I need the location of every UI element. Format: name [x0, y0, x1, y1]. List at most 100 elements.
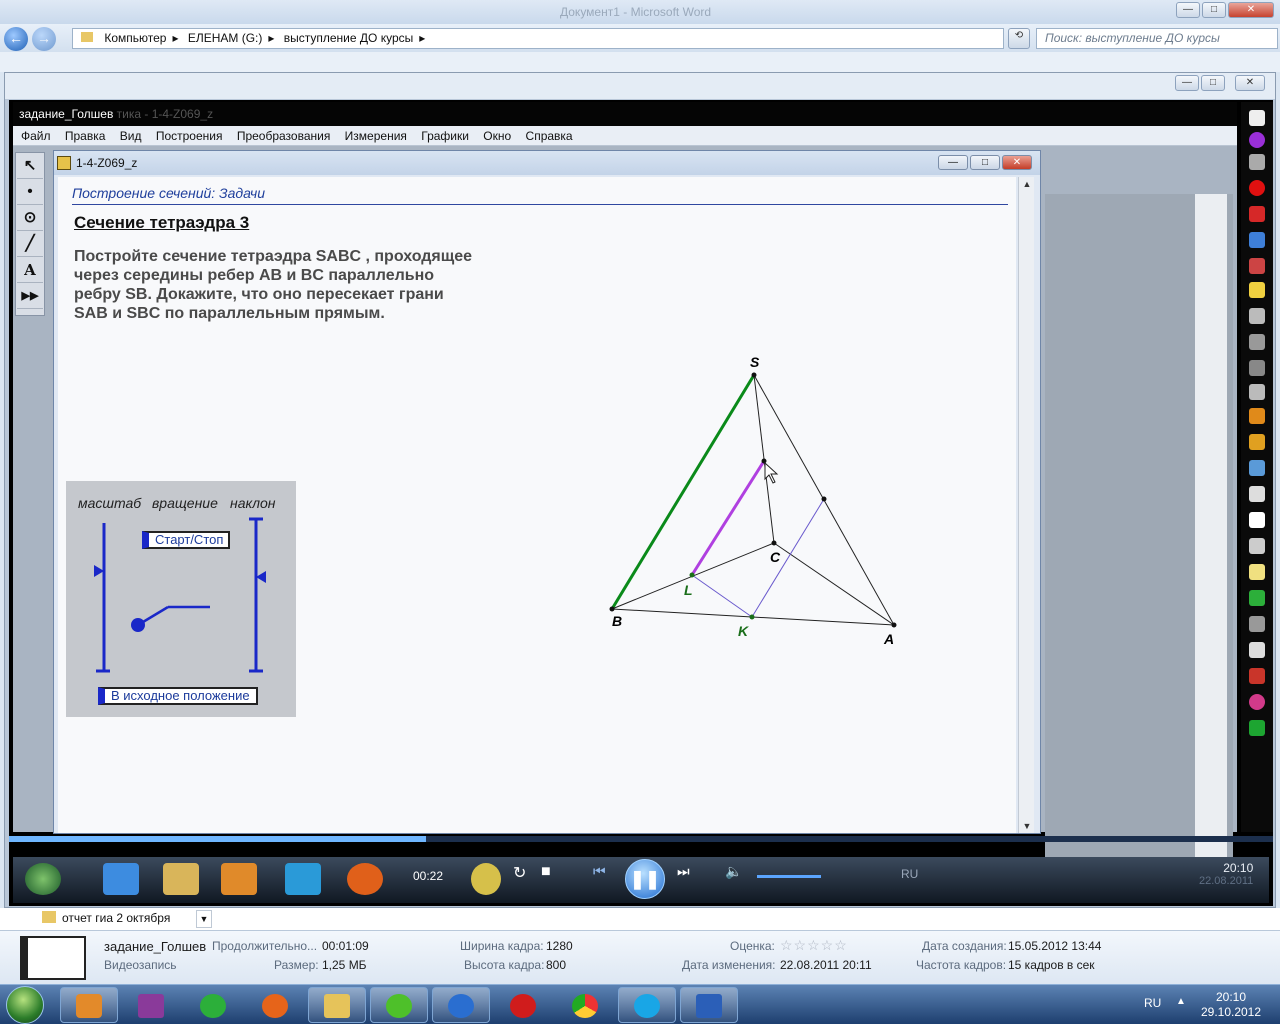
video-thumbnail[interactable]: [20, 936, 86, 980]
menu-view[interactable]: Вид: [120, 129, 142, 143]
compass-tool-icon[interactable]: ⊙: [17, 206, 43, 231]
clear-icon[interactable]: [1249, 384, 1265, 400]
forward-icon[interactable]: →: [32, 27, 56, 51]
point-a[interactable]: [891, 622, 897, 628]
pencil-icon[interactable]: [1249, 282, 1265, 298]
address-field[interactable]: Компьютер ▸ ЕЛЕНАМ (G:) ▸ выступление ДО к…: [72, 28, 1004, 49]
forward-arrow-icon[interactable]: [1249, 616, 1265, 632]
language-indicator[interactable]: RU: [1144, 996, 1161, 1010]
taskbar-media-player[interactable]: [60, 987, 118, 1023]
stamp-icon[interactable]: [1249, 408, 1265, 424]
taskbar-opera[interactable]: [494, 987, 552, 1023]
taskbar-download[interactable]: [432, 987, 490, 1023]
taskbar-icq[interactable]: [370, 987, 428, 1023]
player-settings-icon[interactable]: [471, 863, 501, 895]
repeat-icon[interactable]: ↻: [513, 863, 533, 895]
menu-construct[interactable]: Построения: [156, 129, 223, 143]
mouse-icon[interactable]: [1249, 154, 1265, 170]
previous-icon[interactable]: ⏮: [593, 863, 621, 895]
pause-button[interactable]: ❚❚: [625, 859, 665, 899]
menu-graph[interactable]: Графики: [421, 129, 469, 143]
video-preview[interactable]: — □ ✕ задание_Голшев тика - 1-4-Z069_z Ф…: [4, 72, 1276, 908]
screenshot-icon[interactable]: [1249, 460, 1265, 476]
whiteboard-icon[interactable]: [1249, 512, 1265, 528]
breadcrumb-item[interactable]: ЕЛЕНАМ (G:): [188, 31, 263, 45]
volume-icon[interactable]: 🔈: [725, 863, 745, 895]
back-icon[interactable]: ←: [4, 27, 28, 51]
scroll-down-icon[interactable]: ▼: [1022, 821, 1032, 831]
video-close-button[interactable]: ✕: [1235, 75, 1265, 91]
grid-icon[interactable]: [1249, 110, 1265, 126]
menu-edit[interactable]: Правка: [65, 129, 106, 143]
back-arrow-icon[interactable]: [1249, 590, 1265, 606]
pen-icon[interactable]: [1249, 132, 1265, 148]
search-input[interactable]: Поиск: выступление ДО курсы: [1036, 28, 1278, 49]
document-scrollbar[interactable]: ▲ ▼: [1018, 177, 1034, 833]
point-l[interactable]: [689, 572, 695, 578]
stop-icon[interactable]: ■: [541, 863, 561, 895]
highlighter-icon[interactable]: [1249, 232, 1265, 248]
edge-ca[interactable]: [773, 542, 895, 626]
taskbar-chrome[interactable]: [556, 987, 614, 1023]
spotlight-icon[interactable]: [1249, 434, 1265, 450]
scroll-up-icon[interactable]: ▲: [1022, 179, 1032, 189]
menu-transform[interactable]: Преобразования: [237, 129, 331, 143]
point-section-top[interactable]: [761, 458, 767, 464]
refresh-icon[interactable]: ⟲: [1008, 28, 1030, 49]
breadcrumb-item[interactable]: выступление ДО курсы: [284, 31, 414, 45]
exit-icon[interactable]: [1249, 720, 1265, 736]
menu-window[interactable]: Окно: [483, 129, 511, 143]
section-line-sbc[interactable]: [690, 460, 766, 576]
maximize-button[interactable]: □: [1202, 2, 1226, 18]
doc-minimize-button[interactable]: —: [938, 155, 968, 170]
undo-icon[interactable]: [1249, 360, 1265, 376]
edge-sb[interactable]: [610, 374, 756, 610]
marker-icon[interactable]: [1249, 206, 1265, 222]
chevron-down-icon[interactable]: ▼: [196, 910, 212, 928]
taskbar-explorer[interactable]: [308, 987, 366, 1023]
taskbar-firefox[interactable]: [246, 987, 304, 1023]
picture-icon[interactable]: [1249, 564, 1265, 580]
text-tool-icon[interactable]: A: [17, 258, 43, 283]
tray-expand-icon[interactable]: ▲: [1176, 996, 1186, 1007]
camera-icon[interactable]: [1249, 486, 1265, 502]
eraser-icon[interactable]: [1249, 308, 1265, 324]
point-section-sa[interactable]: [821, 496, 827, 502]
doc-close-button[interactable]: ✕: [1002, 155, 1032, 170]
menu-file[interactable]: Файл: [21, 129, 51, 143]
taskbar-clover[interactable]: [184, 987, 242, 1023]
rating-stars[interactable]: ☆☆☆☆☆: [780, 937, 848, 954]
sketch-canvas[interactable]: Построение сечений: Задачи Сечение тетра…: [58, 177, 1016, 833]
custom-tool-icon[interactable]: ▶▶: [17, 284, 43, 309]
file-name[interactable]: отчет гиа 2 октября: [62, 911, 170, 925]
menu-measure[interactable]: Измерения: [345, 129, 407, 143]
point-k[interactable]: [749, 614, 755, 620]
toolbox-icon[interactable]: [1249, 668, 1265, 684]
volume-slider[interactable]: [757, 875, 821, 878]
section-line-k[interactable]: [751, 498, 825, 618]
point-tool-icon[interactable]: •: [17, 180, 43, 205]
taskbar-skype[interactable]: [618, 987, 676, 1023]
next-icon[interactable]: ⏭: [677, 863, 705, 895]
breadcrumb-item[interactable]: Компьютер: [104, 31, 166, 45]
file-list-item[interactable]: отчет гиа 2 октября ▼: [0, 908, 1280, 930]
video-minimize-button[interactable]: —: [1175, 75, 1199, 91]
segment-tool-icon[interactable]: ╱: [17, 232, 43, 257]
table-icon[interactable]: [1249, 538, 1265, 554]
minimize-button[interactable]: —: [1176, 2, 1200, 18]
tetrahedron-drawing[interactable]: S B A C L K: [58, 177, 1016, 833]
point-c[interactable]: [771, 540, 777, 546]
taskbar-save[interactable]: [122, 987, 180, 1023]
tray-clock[interactable]: 20:10 29.10.2012: [1196, 990, 1266, 1020]
video-maximize-button[interactable]: □: [1201, 75, 1225, 91]
arrow-tool-icon[interactable]: ↖: [17, 154, 43, 179]
menu-help[interactable]: Справка: [526, 129, 573, 143]
record-icon[interactable]: [1249, 180, 1265, 196]
info-icon[interactable]: [1249, 694, 1265, 710]
pointer-icon[interactable]: [1249, 334, 1265, 350]
close-button[interactable]: ✕: [1228, 2, 1274, 18]
start-button[interactable]: [6, 986, 44, 1024]
point-b[interactable]: [609, 606, 615, 612]
layout-icon[interactable]: [1249, 642, 1265, 658]
app-side-scrollbar[interactable]: [1195, 194, 1227, 880]
